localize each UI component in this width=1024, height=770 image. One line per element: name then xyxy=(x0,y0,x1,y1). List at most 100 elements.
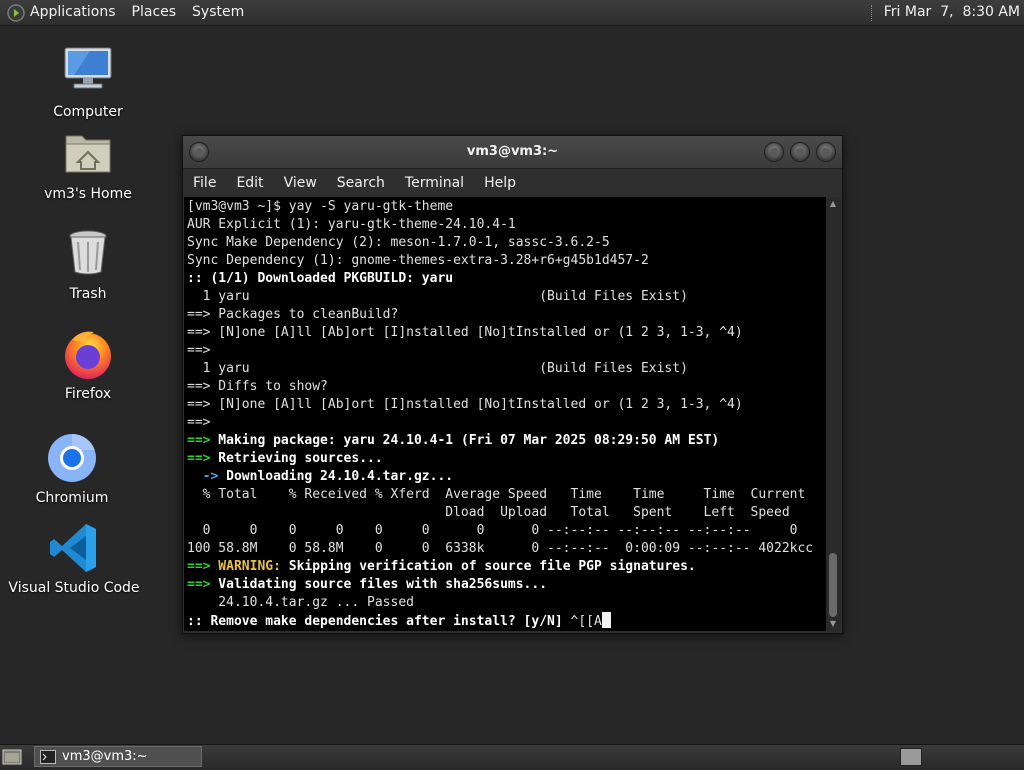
terminal-line: 0 0 0 0 0 0 0 0 --:--:-- --:--:-- --:--:… xyxy=(187,522,826,540)
menu-view[interactable]: View xyxy=(274,175,327,191)
terminal-line: [vm3@vm3 ~]$ yay -S yaru-gtk-theme xyxy=(187,198,826,216)
scroll-down-arrow-icon[interactable]: ▼ xyxy=(826,619,840,629)
terminal-line: :: Remove make dependencies after instal… xyxy=(187,612,826,630)
trash-icon xyxy=(60,226,116,282)
terminal-text: [vm3@vm3 ~]$ yay -S yaru-gtk-theme xyxy=(187,199,454,214)
menu-places[interactable]: Places xyxy=(124,0,185,25)
scroll-up-arrow-icon[interactable]: ▲ xyxy=(826,199,840,209)
terminal-line: ==> Making package: yaru 24.10.4-1 (Fri … xyxy=(187,432,826,450)
terminal-screen[interactable]: [vm3@vm3 ~]$ yay -S yaru-gtk-theme AUR Ex… xyxy=(184,197,826,631)
terminal-text: Sync Make Dependency (2): meson-1.7.0-1,… xyxy=(187,235,610,250)
terminal-text: ==> xyxy=(187,433,211,448)
terminal-line: ==> [N]one [A]ll [Ab]ort [I]nstalled [No… xyxy=(187,324,826,342)
terminal-text: :: (1/1) Downloaded PKGBUILD: yaru xyxy=(187,271,454,286)
terminal-line: ==> [N]one [A]ll [Ab]ort [I]nstalled [No… xyxy=(187,396,826,414)
terminal-line: Dload Upload Total Spent Left Speed xyxy=(187,504,826,522)
terminal-line: 100 58.8M 0 58.8M 0 0 6338k 0 --:--:-- 0… xyxy=(187,540,826,558)
show-desktop-icon[interactable] xyxy=(2,748,22,766)
close-button[interactable] xyxy=(816,142,836,162)
terminal-text: ==> xyxy=(187,343,211,358)
desktop-icon-home[interactable]: vm3's Home xyxy=(18,126,158,202)
terminal-text: Validating source files with sha256sums.… xyxy=(210,577,548,592)
terminal-text: ==> Diffs to show? xyxy=(187,379,328,394)
terminal-text: Downloading 24.10.4.tar.gz... xyxy=(218,469,454,484)
terminal-text: 24.10.4.tar.gz ... Passed xyxy=(187,595,414,610)
vscode-icon xyxy=(46,520,102,576)
terminal-text: Skipping verification of source file PGP… xyxy=(280,559,696,574)
menu-search[interactable]: Search xyxy=(327,175,395,191)
terminal-line: ==> xyxy=(187,414,826,432)
terminal-cursor xyxy=(601,612,611,628)
terminal-line: % Total % Received % Xferd Average Speed… xyxy=(187,486,826,504)
workspace-switcher[interactable] xyxy=(900,748,922,766)
terminal-text: ^[[A xyxy=(570,614,602,629)
terminal-line: ==> Validating source files with sha256s… xyxy=(187,576,826,594)
terminal-line: -> Downloading 24.10.4.tar.gz... xyxy=(187,468,826,486)
menu-terminal[interactable]: Terminal xyxy=(395,175,474,191)
desktop-icon-label: Trash xyxy=(69,286,107,302)
panel-separator xyxy=(870,4,874,21)
terminal-text: 0 0 0 0 0 0 0 0 --:--:-- --:--:-- --:--:… xyxy=(187,523,798,538)
terminal-line: ==> Packages to cleanBuild? xyxy=(187,306,826,324)
terminal-text: Making package: yaru 24.10.4-1 (Fri 07 M… xyxy=(210,433,720,448)
desktop-icon-label: Chromium xyxy=(35,490,109,506)
firefox-icon xyxy=(60,326,116,382)
clock-text: Fri Mar 7, 8:30 AM xyxy=(883,4,1020,20)
menu-help[interactable]: Help xyxy=(474,175,526,191)
terminal-line: 1 yaru (Build Files Exist) xyxy=(187,360,826,378)
desktop-icon-chromium[interactable]: Chromium xyxy=(2,430,142,506)
terminal-text: AUR Explicit (1): yaru-gtk-theme-24.10.4… xyxy=(187,217,516,232)
terminal-scrollbar[interactable]: ▲ ▼ xyxy=(826,197,840,631)
desktop-icon-vscode[interactable]: Visual Studio Code xyxy=(4,520,144,596)
menu-file[interactable]: File xyxy=(183,175,226,191)
top-panel: Applications Places System Fri Mar 7, 8:… xyxy=(0,0,1024,26)
terminal-line: 24.10.4.tar.gz ... Passed xyxy=(187,594,826,612)
menu-edit[interactable]: Edit xyxy=(226,175,273,191)
minimize-button[interactable] xyxy=(764,142,784,162)
terminal-text: ==> xyxy=(187,451,211,466)
terminal-line: ==> xyxy=(187,342,826,360)
window-title: vm3@vm3:~ xyxy=(466,144,559,159)
desktop-icon-firefox[interactable]: Firefox xyxy=(18,326,158,402)
terminal-text: WARNING: xyxy=(210,559,281,574)
terminal-text: ==> [N]one [A]ll [Ab]ort [I]nstalled [No… xyxy=(187,397,743,412)
desktop-icon-trash[interactable]: Trash xyxy=(18,226,158,302)
maximize-button[interactable] xyxy=(790,142,810,162)
terminal-text: % Total % Received % Xferd Average Speed… xyxy=(187,487,806,502)
terminal-text: Retrieving sources... xyxy=(210,451,383,466)
desktop-icon-label: vm3's Home xyxy=(44,186,132,202)
terminal-text: Sync Dependency (1): gnome-themes-extra-… xyxy=(187,253,649,268)
desktop-icon-label: Computer xyxy=(53,104,123,120)
terminal-text: ==> Packages to cleanBuild? xyxy=(187,307,399,322)
menu-system[interactable]: System xyxy=(184,0,252,25)
taskbar-item-terminal[interactable]: vm3@vm3:~ xyxy=(34,746,202,767)
terminal-line: Sync Dependency (1): gnome-themes-extra-… xyxy=(187,252,826,270)
desktop-icon-computer[interactable]: Computer xyxy=(18,44,158,120)
computer-icon xyxy=(60,44,116,100)
terminal-line: ==> Diffs to show? xyxy=(187,378,826,396)
terminal-line: :: (1/1) Downloaded PKGBUILD: yaru xyxy=(187,270,826,288)
terminal-icon xyxy=(40,749,56,764)
scrollbar-thumb[interactable] xyxy=(829,553,837,617)
gnome-foot-icon[interactable] xyxy=(6,3,26,23)
terminal-text: ==> xyxy=(187,559,211,574)
desktop-icon-label: Visual Studio Code xyxy=(8,580,140,596)
bottom-panel: vm3@vm3:~ xyxy=(0,744,1024,769)
desktop-icon-label: Firefox xyxy=(64,386,112,402)
window-titlebar[interactable]: vm3@vm3:~ xyxy=(183,136,842,169)
menu-applications[interactable]: Applications xyxy=(26,0,124,25)
clock[interactable]: Fri Mar 7, 8:30 AM xyxy=(870,0,1020,25)
terminal-text: ==> [N]one [A]ll [Ab]ort [I]nstalled [No… xyxy=(187,325,743,340)
terminal-text: Dload Upload Total Spent Left Speed xyxy=(187,505,790,520)
terminal-output: [vm3@vm3 ~]$ yay -S yaru-gtk-theme AUR Ex… xyxy=(184,197,826,630)
terminal-text: ==> xyxy=(187,415,211,430)
terminal-text: 1 yaru (Build Files Exist) xyxy=(187,361,688,376)
terminal-menubar: File Edit View Search Terminal Help xyxy=(183,169,842,197)
terminal-text: 100 58.8M 0 58.8M 0 0 6338k 0 --:--:-- 0… xyxy=(187,541,814,556)
terminal-line: 1 yaru (Build Files Exist) xyxy=(187,288,826,306)
terminal-text: ==> xyxy=(187,577,211,592)
taskbar-item-label: vm3@vm3:~ xyxy=(62,749,148,764)
terminal-text: 1 yaru (Build Files Exist) xyxy=(187,289,688,304)
terminal-line: Sync Make Dependency (2): meson-1.7.0-1,… xyxy=(187,234,826,252)
terminal-text: :: Remove make dependencies after instal… xyxy=(187,614,571,629)
